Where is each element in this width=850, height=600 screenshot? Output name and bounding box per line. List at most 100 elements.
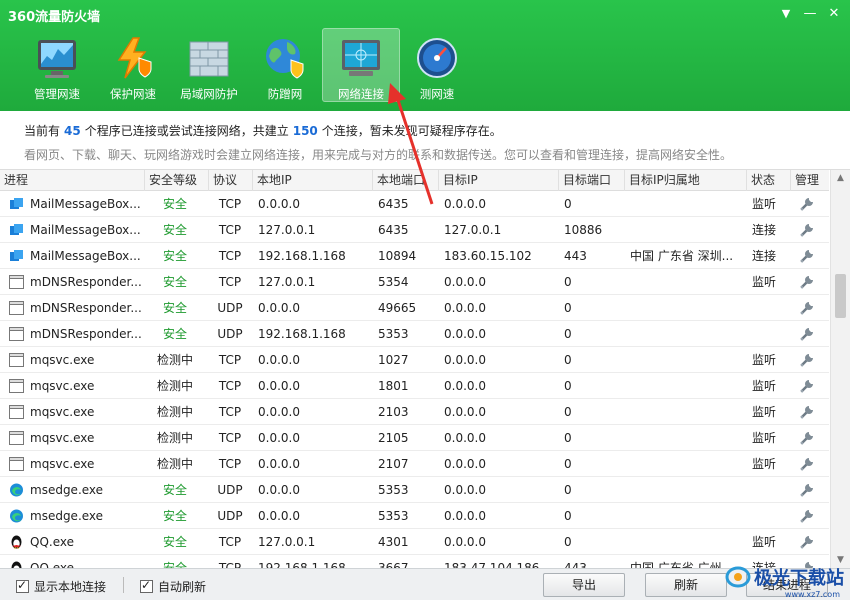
refresh-button[interactable]: 刷新 (645, 573, 727, 597)
security-level: 安全 (162, 483, 187, 497)
wrench-icon[interactable] (798, 273, 816, 291)
wrench-icon[interactable] (798, 221, 816, 239)
tool-label: 局域网防护 (180, 87, 238, 101)
wrench-icon[interactable] (798, 299, 816, 317)
process-name: QQ.exe (30, 561, 74, 568)
auto-refresh-checkbox[interactable]: 自动刷新 (140, 578, 206, 595)
col-state[interactable]: 状态 (746, 170, 790, 191)
local-port: 3667 (378, 561, 409, 568)
remote-port: 0 (564, 301, 572, 315)
minimize-icon[interactable]: — (800, 5, 820, 23)
checkbox-icon[interactable] (140, 578, 153, 593)
local-ip: 192.168.1.168 (258, 561, 346, 568)
local-port: 5354 (378, 275, 409, 289)
connection-summary: 当前有 45 个程序已连接或尝试连接网络，共建立 150 个连接，暂未发现可疑程序存在。… (0, 111, 850, 170)
col-protocol[interactable]: 协议 (208, 170, 252, 191)
remote-port: 0 (564, 535, 572, 549)
show-local-checkbox[interactable]: 显示本地连接 (16, 578, 106, 595)
watermark-icon (725, 566, 751, 588)
wrench-icon[interactable] (798, 377, 816, 395)
app-title: 360流量防火墙 (8, 10, 101, 25)
table-row[interactable]: QQ.exe 安全 TCP 127.0.0.1 4301 0.0.0.0 0 监听 (0, 529, 829, 555)
wrench-icon[interactable] (798, 533, 816, 551)
remote-location (630, 451, 744, 477)
remote-location (630, 321, 744, 347)
table-row[interactable]: mqsvc.exe 检测中 TCP 0.0.0.0 2107 0.0.0.0 0 监听 (0, 451, 829, 477)
tool-speed-test[interactable]: 测网速 (398, 28, 476, 102)
table-scrollbar[interactable]: ▲ ▼ (830, 170, 850, 568)
local-ip: 0.0.0.0 (258, 405, 300, 419)
remote-port: 443 (564, 561, 587, 568)
local-port: 5353 (378, 509, 409, 523)
col-level[interactable]: 安全等级 (144, 170, 208, 191)
tool-lan-protect[interactable]: 局域网防护 (170, 28, 248, 102)
wrench-icon[interactable] (798, 325, 816, 343)
table-row[interactable]: mqsvc.exe 检测中 TCP 0.0.0.0 1801 0.0.0.0 0 监听 (0, 373, 829, 399)
tool-net-connection[interactable]: 网络连接 (322, 28, 400, 102)
protocol: TCP (218, 431, 242, 445)
app-icon-blue (9, 223, 24, 237)
checkbox-icon[interactable] (16, 578, 29, 593)
menu-icon[interactable]: ▼ (776, 5, 796, 23)
table-row[interactable]: MailMessageBox.... 安全 TCP 192.168.1.168 1089… (0, 243, 829, 269)
show-local-label: 显示本地连接 (34, 580, 107, 594)
local-port: 10894 (378, 249, 417, 263)
scroll-thumb[interactable] (835, 274, 846, 318)
col-remote-ip[interactable]: 目标IP (438, 170, 558, 191)
table-row[interactable]: mDNSResponder.... 安全 TCP 127.0.0.1 5354 0.0.0… (0, 269, 829, 295)
col-local-ip[interactable]: 本地IP (252, 170, 372, 191)
scroll-up-icon[interactable]: ▲ (831, 170, 850, 186)
tool-protect-speed[interactable]: 保护网速 (94, 28, 172, 102)
table-row[interactable]: mqsvc.exe 检测中 TCP 0.0.0.0 1027 0.0.0.0 0 监听 (0, 347, 829, 373)
col-process[interactable]: 进程 (0, 170, 144, 191)
table-row[interactable]: msedge.exe 安全 UDP 0.0.0.0 5353 0.0.0.0 0 (0, 477, 829, 503)
col-remote-location[interactable]: 目标IP归属地 (624, 170, 746, 191)
table-row[interactable]: mDNSResponder.... 安全 UDP 192.168.1.168 5353 0… (0, 321, 829, 347)
table-row[interactable]: mqsvc.exe 检测中 TCP 0.0.0.0 2103 0.0.0.0 0 监听 (0, 399, 829, 425)
process-name: mqsvc.exe (30, 379, 95, 393)
table-row[interactable]: MailMessageBox.... 安全 TCP 0.0.0.0 6435 0.0.0.… (0, 191, 829, 217)
table-row[interactable]: MailMessageBox.... 安全 TCP 127.0.0.1 6435 127.… (0, 217, 829, 243)
wrench-icon[interactable] (798, 195, 816, 213)
auto-refresh-label: 自动刷新 (158, 580, 207, 594)
security-level: 安全 (162, 509, 187, 523)
col-local-port[interactable]: 本地端口 (372, 170, 438, 191)
local-port: 2105 (378, 431, 409, 445)
remote-location: 中国 广东省 深圳... (630, 249, 734, 263)
wrench-icon[interactable] (798, 403, 816, 421)
table-row[interactable]: QQ.exe 安全 TCP 192.168.1.168 3667 183.47.104.1… (0, 555, 829, 568)
table-row[interactable]: msedge.exe 安全 UDP 0.0.0.0 5353 0.0.0.0 0 (0, 503, 829, 529)
table-row[interactable]: mqsvc.exe 检测中 TCP 0.0.0.0 2105 0.0.0.0 0 监听 (0, 425, 829, 451)
remote-ip: 0.0.0.0 (444, 431, 486, 445)
export-button[interactable]: 导出 (543, 573, 625, 597)
local-ip: 0.0.0.0 (258, 431, 300, 445)
protocol: TCP (218, 561, 242, 568)
wrench-icon[interactable] (798, 247, 816, 265)
protocol: TCP (218, 223, 242, 237)
connection-state: 监听 (752, 431, 777, 445)
wrench-icon[interactable] (798, 481, 816, 499)
remote-location (630, 399, 744, 425)
tool-label: 防蹭网 (267, 87, 303, 101)
tool-manage-speed[interactable]: 管理网速 (18, 28, 96, 102)
security-level: 检测中 (156, 457, 193, 471)
wrench-icon[interactable] (798, 429, 816, 447)
table-row[interactable]: mDNSResponder.... 安全 UDP 0.0.0.0 49665 0.0.0.… (0, 295, 829, 321)
col-remote-port[interactable]: 目标端口 (558, 170, 624, 191)
table-header: 进程 安全等级 协议 本地IP 本地端口 目标IP 目标端口 目标IP归属地 状… (0, 170, 829, 191)
connection-state: 监听 (752, 379, 777, 393)
close-icon[interactable]: ✕ (824, 5, 844, 23)
remote-ip: 127.0.0.1 (444, 223, 502, 237)
wrench-icon[interactable] (798, 351, 816, 369)
local-ip: 0.0.0.0 (258, 197, 300, 211)
wrench-icon[interactable] (798, 455, 816, 473)
process-name: mqsvc.exe (30, 405, 95, 419)
tool-anti-leech[interactable]: 防蹭网 (246, 28, 324, 102)
security-level: 安全 (162, 327, 187, 341)
local-port: 49665 (378, 301, 417, 315)
window-icon (9, 301, 24, 315)
protocol: UDP (217, 509, 243, 523)
remote-location (630, 295, 744, 321)
wrench-icon[interactable] (798, 507, 816, 525)
local-port: 6435 (378, 223, 409, 237)
